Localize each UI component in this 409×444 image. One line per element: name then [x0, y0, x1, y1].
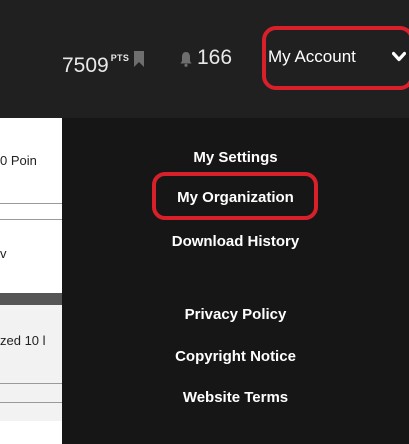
top-header: 7509 PTS 166 My Account [0, 0, 409, 118]
background-text-view: v [0, 246, 7, 261]
background-dark-bar [0, 293, 62, 305]
notification-count[interactable]: 166 [197, 44, 232, 72]
bell-icon[interactable] [180, 51, 192, 67]
divider [0, 402, 62, 403]
background-content: 0 Poin v zed 10 l [0, 118, 62, 444]
screen: 7509 PTS 166 My Account 0 Poin v zed 10 l… [0, 0, 409, 444]
points-value: 7509 [62, 54, 109, 77]
background-text-points: 0 Poin [0, 153, 37, 168]
background-text-ized: zed 10 l [0, 333, 46, 348]
chevron-down-icon [392, 51, 406, 62]
menu-item-download-history[interactable]: Download History [62, 232, 409, 252]
my-account-button[interactable]: My Account [260, 25, 409, 90]
divider [0, 219, 62, 220]
points-unit: PTS [110, 53, 130, 63]
my-account-label: My Account [268, 47, 356, 66]
points-display: 7509 PTS [62, 44, 129, 80]
menu-item-copyright-notice[interactable]: Copyright Notice [62, 347, 409, 367]
divider [0, 383, 62, 384]
menu-item-website-terms[interactable]: Website Terms [62, 388, 409, 408]
account-dropdown-menu: My Settings My Organization Download His… [62, 118, 409, 444]
menu-item-my-organization[interactable]: My Organization [62, 188, 409, 208]
background-panel [0, 305, 62, 421]
menu-item-my-settings[interactable]: My Settings [62, 148, 409, 168]
menu-item-privacy-policy[interactable]: Privacy Policy [62, 305, 409, 325]
divider [0, 203, 62, 204]
bookmark-icon[interactable] [134, 51, 144, 67]
